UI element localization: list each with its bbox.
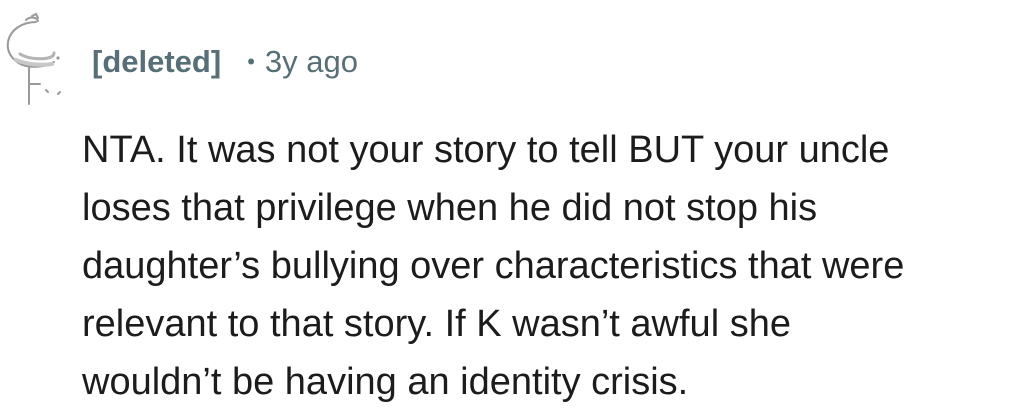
comment-body-line: loses that privilege when he did not sto… (82, 187, 818, 229)
meta-separator: • (247, 49, 255, 74)
comment-body-line: relevant to that story. If K wasn’t awfu… (82, 303, 791, 345)
comment-body-line: daughter’s bullying over characteristics… (82, 245, 905, 287)
comment-body-line: wouldn’t be having an identity crisis. (82, 361, 689, 403)
comment-body: NTA. It was not your story to tell BUT y… (82, 121, 1002, 411)
comment-body-line: NTA. It was not your story to tell BUT y… (82, 129, 890, 171)
comment-age[interactable]: 3y ago (265, 44, 358, 80)
comment: [deleted] • 3y ago NTA. It was not your … (0, 0, 1011, 419)
snoo-avatar-icon[interactable] (2, 10, 68, 108)
author-name[interactable]: [deleted] (92, 44, 221, 80)
comment-meta: [deleted] • 3y ago (92, 40, 358, 84)
